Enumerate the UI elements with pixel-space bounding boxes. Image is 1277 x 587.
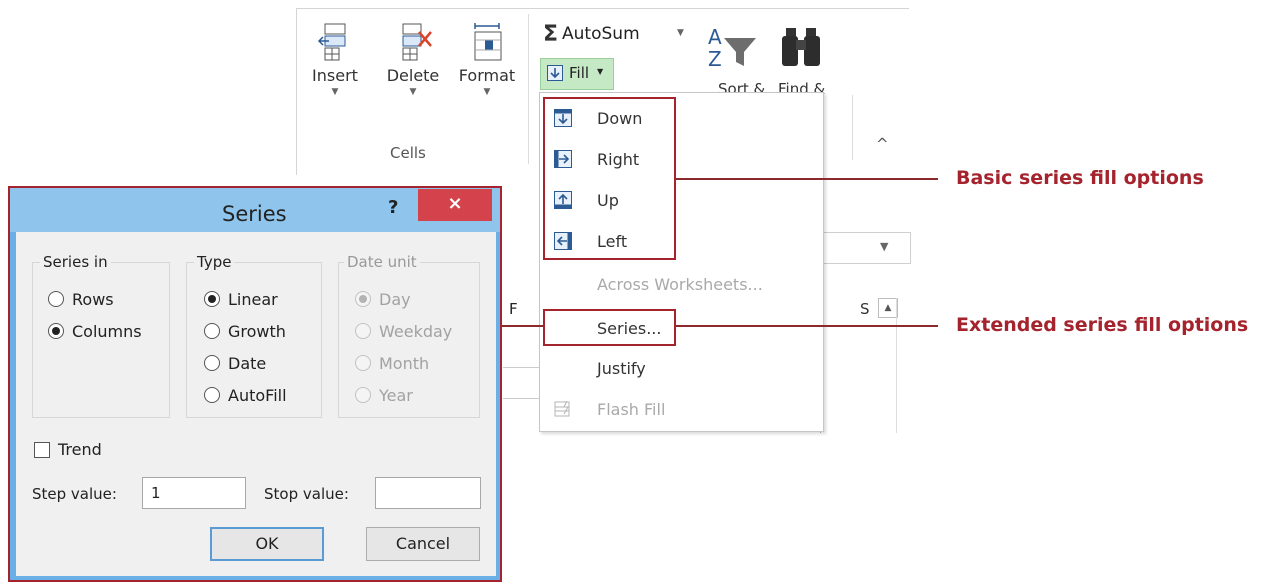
radio-dot xyxy=(204,323,220,339)
menu-item-across-worksheets[interactable]: Across Worksheets... xyxy=(540,269,823,301)
chevron-down-icon: ▼ xyxy=(409,87,417,97)
radio-label: Rows xyxy=(72,290,114,309)
callout-basic: Basic series fill options xyxy=(956,167,1204,189)
extended-options-highlight xyxy=(543,309,676,346)
radio-label: Date xyxy=(228,354,267,373)
menu-item-justify[interactable]: Justify xyxy=(540,353,823,385)
delete-cells-button[interactable]: Delete ▼ xyxy=(378,22,448,97)
step-value-label: Step value: xyxy=(32,485,117,503)
radio-dot-selected xyxy=(204,291,220,307)
trend-checkbox[interactable] xyxy=(34,442,50,458)
cells-group-label: Cells xyxy=(390,144,426,162)
callout-line-dialog xyxy=(502,325,543,327)
callout-extended: Extended series fill options xyxy=(956,314,1249,336)
find-select-button[interactable] xyxy=(776,22,832,82)
dialog-title: Series xyxy=(222,202,287,226)
collapse-ribbon-icon[interactable]: ^ xyxy=(876,135,889,153)
insert-label: Insert xyxy=(312,66,358,85)
flash-fill-icon xyxy=(554,400,572,418)
callout-line-basic xyxy=(676,178,938,180)
help-button[interactable]: ? xyxy=(388,197,398,218)
autosum-dropdown-caret[interactable]: ▼ xyxy=(677,28,684,38)
radio-dot-selected xyxy=(48,323,64,339)
menu-item-label: Across Worksheets... xyxy=(597,275,763,294)
radio-label: Year xyxy=(379,386,413,405)
type-title: Type xyxy=(194,253,235,271)
cancel-button[interactable]: Cancel xyxy=(366,527,480,561)
radio-label: Columns xyxy=(72,322,142,341)
series-in-title: Series in xyxy=(40,253,111,271)
fill-button[interactable]: Fill ▼ xyxy=(540,58,614,90)
autosum-label: AutoSum xyxy=(562,24,640,44)
chevron-down-icon: ▼ xyxy=(483,87,491,97)
radio-dot xyxy=(355,355,371,371)
grid-line xyxy=(503,398,540,399)
autosum-button[interactable]: Σ AutoSum xyxy=(543,22,640,47)
fill-down-icon xyxy=(547,65,563,81)
column-header-s[interactable]: S xyxy=(860,300,870,318)
format-cells-icon xyxy=(474,23,502,61)
sigma-icon: Σ xyxy=(543,22,559,47)
radio-dot xyxy=(355,387,371,403)
svg-text:Z: Z xyxy=(708,47,722,71)
delete-label: Delete xyxy=(386,66,440,85)
date-unit-title: Date unit xyxy=(344,253,420,271)
callout-line-extended xyxy=(676,325,938,327)
menu-item-flash-fill[interactable]: Flash Fill xyxy=(540,394,823,426)
menu-item-label: Justify xyxy=(597,359,646,378)
grid-line xyxy=(503,367,540,368)
radio-label: AutoFill xyxy=(228,386,287,405)
close-button[interactable]: × xyxy=(418,189,492,221)
column-header-f[interactable]: F xyxy=(509,300,518,318)
radio-dot xyxy=(204,355,220,371)
radio-label: Weekday xyxy=(379,322,453,341)
delete-cells-icon xyxy=(402,23,432,61)
stop-value-input[interactable] xyxy=(375,477,481,509)
sort-filter-icon: A Z xyxy=(708,25,756,71)
insert-cells-icon xyxy=(317,23,346,61)
formula-bar-edge xyxy=(818,232,911,264)
fill-label: Fill xyxy=(569,64,590,82)
chevron-down-icon: ▼ xyxy=(331,87,339,97)
step-value-input[interactable]: 1 xyxy=(142,477,246,509)
binoculars-icon xyxy=(782,28,820,66)
radio-dot xyxy=(355,323,371,339)
ok-button[interactable]: OK xyxy=(210,527,324,561)
sort-filter-button[interactable]: A Z xyxy=(704,22,760,82)
stop-value-label: Stop value: xyxy=(264,485,349,503)
radio-label: Linear xyxy=(228,290,278,309)
basic-options-highlight xyxy=(543,97,676,260)
format-cells-button[interactable]: Format ▼ xyxy=(452,22,522,97)
menu-item-label: Flash Fill xyxy=(597,400,666,419)
chevron-down-icon: ▼ xyxy=(597,67,604,76)
svg-text:A: A xyxy=(708,25,722,49)
insert-cells-button[interactable]: Insert ▼ xyxy=(300,22,370,97)
scroll-up-arrow[interactable]: ▲ xyxy=(878,298,898,318)
radio-dot-selected xyxy=(355,291,371,307)
trend-label: Trend xyxy=(58,440,102,459)
radio-dot xyxy=(48,291,64,307)
chevron-down-icon[interactable]: ▼ xyxy=(880,240,888,253)
vertical-scrollbar[interactable] xyxy=(896,298,907,433)
group-divider xyxy=(528,14,529,164)
radio-label: Day xyxy=(379,290,411,309)
radio-dot xyxy=(204,387,220,403)
radio-label: Growth xyxy=(228,322,286,341)
radio-label: Month xyxy=(379,354,430,373)
group-divider xyxy=(852,95,853,160)
format-label: Format xyxy=(458,66,516,85)
